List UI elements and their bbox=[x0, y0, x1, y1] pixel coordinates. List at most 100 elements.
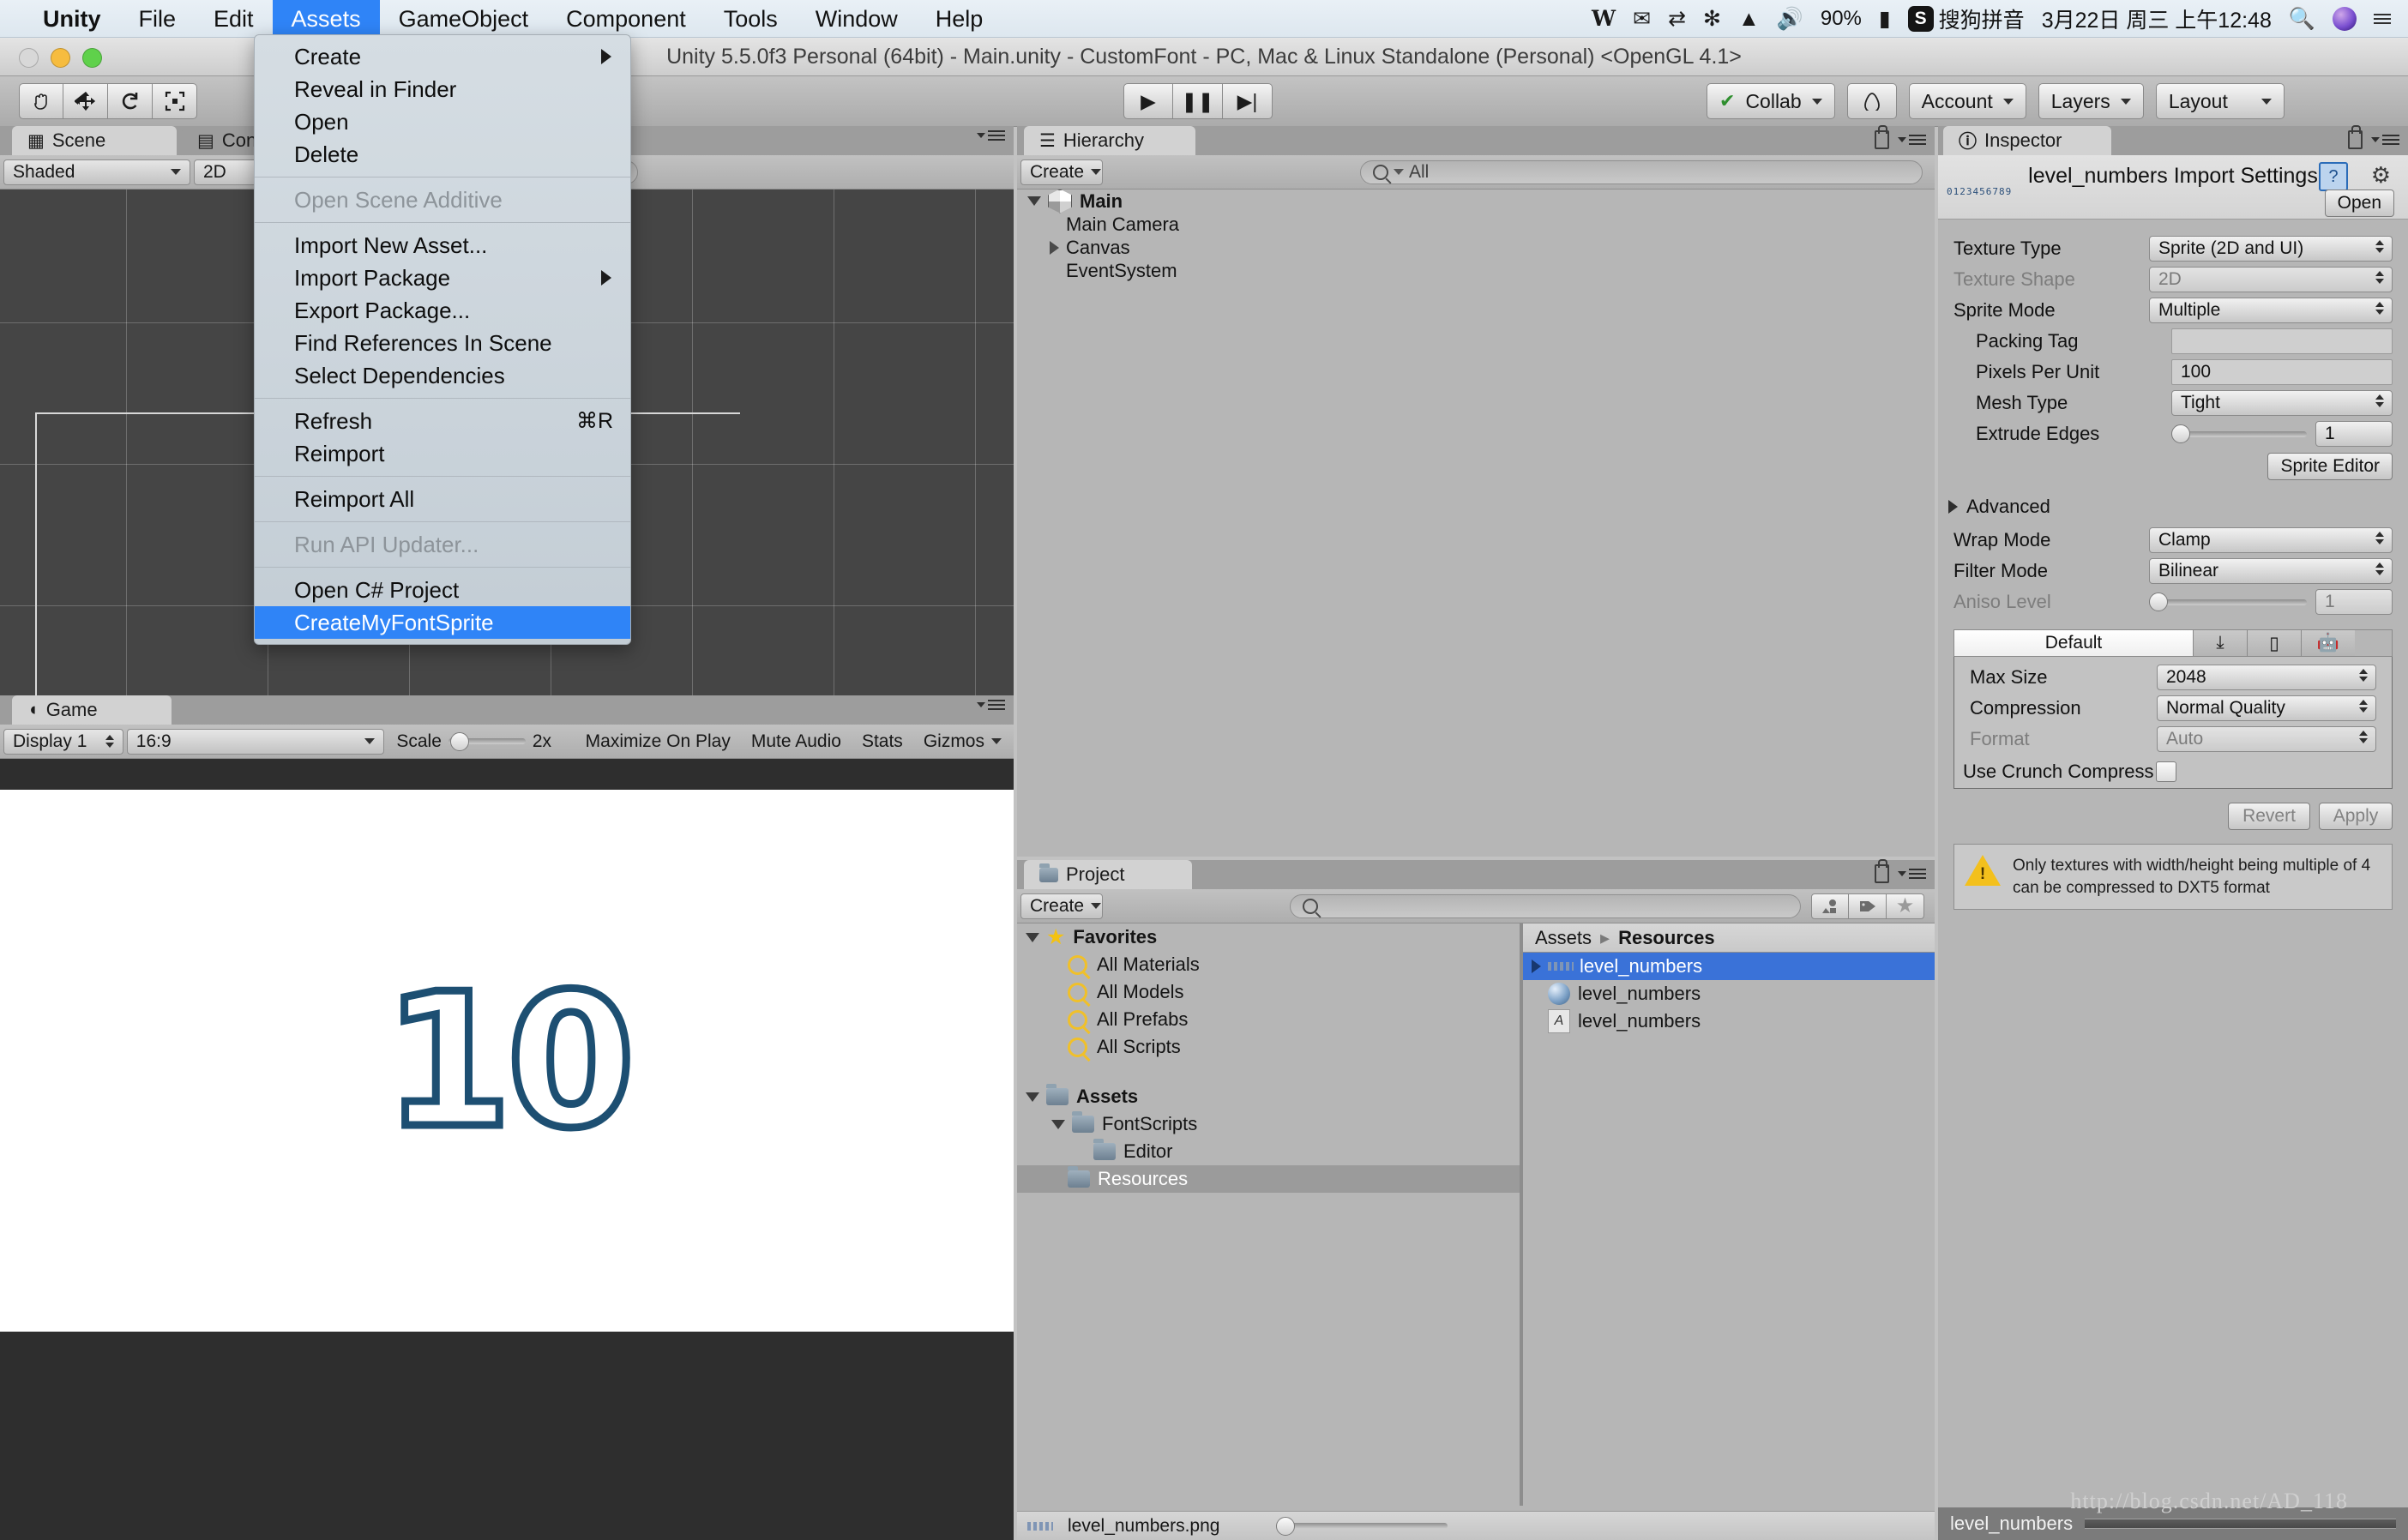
battery-icon[interactable]: ▮ bbox=[1879, 0, 1891, 38]
project-asset-list[interactable]: level_numbers level_numbers Alevel_numbers bbox=[1523, 953, 1935, 1035]
menu-item-reveal-in-finder[interactable]: Reveal in Finder bbox=[255, 73, 630, 105]
inspector-slider[interactable] bbox=[2171, 421, 2307, 447]
volume-icon[interactable]: 🔊 bbox=[1777, 0, 1803, 38]
mail-icon[interactable]: ✉ bbox=[1633, 0, 1651, 38]
menu-unity[interactable]: Unity bbox=[24, 0, 120, 38]
inspector-slider[interactable] bbox=[2149, 589, 2307, 615]
panel-menu-icon[interactable] bbox=[977, 130, 1005, 141]
menu-tools[interactable]: Tools bbox=[705, 0, 797, 38]
tab-project[interactable]: Project bbox=[1024, 860, 1192, 889]
icon-size-slider[interactable] bbox=[1276, 1513, 1448, 1539]
open-button[interactable]: Open bbox=[2324, 189, 2394, 217]
scene-tab-icons[interactable] bbox=[977, 130, 1005, 141]
move-tool-icon[interactable] bbox=[63, 83, 108, 119]
type-filter-icon[interactable] bbox=[1811, 893, 1849, 919]
standalone-icon[interactable]: ⤓ bbox=[2193, 630, 2247, 656]
project-tree-item[interactable]: All Models bbox=[1017, 978, 1520, 1006]
chevron-down-icon[interactable] bbox=[1026, 932, 1039, 942]
sprite-editor-button[interactable]: Sprite Editor bbox=[2267, 453, 2393, 480]
tab-inspector[interactable]: ⓘ Inspector bbox=[1943, 126, 2111, 155]
menu-item-open[interactable]: Open bbox=[255, 105, 630, 138]
lock-icon[interactable] bbox=[1875, 859, 1889, 883]
project-search-input[interactable] bbox=[1290, 893, 1801, 918]
menu-assets[interactable]: Assets bbox=[272, 0, 380, 38]
advanced-foldout[interactable]: Advanced bbox=[1938, 480, 2408, 525]
panel-menu-icon[interactable] bbox=[1898, 135, 1926, 145]
search-icon[interactable]: 🔍 bbox=[2289, 0, 2315, 38]
android-icon[interactable]: 🤖 bbox=[2301, 630, 2355, 656]
platform-tab-default[interactable]: Default bbox=[1954, 630, 2193, 656]
menu-file[interactable]: File bbox=[120, 0, 196, 38]
menu-item-reimport[interactable]: Reimport bbox=[255, 437, 630, 470]
crunch-checkbox[interactable] bbox=[2155, 761, 2176, 782]
project-filter-buttons[interactable]: ★ bbox=[1811, 893, 1924, 919]
apply-button[interactable]: Apply bbox=[2319, 803, 2393, 830]
menu-item-export-package[interactable]: Export Package... bbox=[255, 294, 630, 327]
mute-audio-toggle[interactable]: Mute Audio bbox=[743, 729, 850, 755]
inspector-dropdown[interactable]: Clamp bbox=[2149, 527, 2393, 553]
menu-item-refresh[interactable]: Refresh ⌘R bbox=[255, 405, 630, 437]
favorite-filter-icon[interactable]: ★ bbox=[1887, 893, 1924, 919]
playback-controls[interactable]: ▶ ❚❚ ▶| bbox=[1123, 83, 1273, 119]
shading-mode-dropdown[interactable]: Shaded bbox=[3, 159, 190, 185]
hierarchy-tab-icons[interactable] bbox=[1875, 125, 1926, 149]
inspector-tab-icons[interactable] bbox=[2348, 125, 2399, 149]
project-tree-item[interactable]: Resources bbox=[1017, 1165, 1520, 1193]
chevron-down-icon[interactable] bbox=[1051, 1119, 1065, 1129]
inspector-slider-value[interactable]: 1 bbox=[2315, 421, 2393, 447]
inspector-dropdown[interactable]: Tight bbox=[2171, 390, 2393, 416]
gizmos-dropdown[interactable]: Gizmos bbox=[915, 729, 1010, 755]
hierarchy-search-input[interactable]: All bbox=[1360, 159, 1923, 184]
platform-tabs[interactable]: Default ⤓ ▯ 🤖 bbox=[1953, 629, 2393, 657]
breadcrumb-assets[interactable]: Assets bbox=[1535, 927, 1592, 949]
transform-tools[interactable] bbox=[19, 83, 197, 119]
hand-tool-icon[interactable] bbox=[19, 83, 63, 119]
inspector-slider-value[interactable]: 1 bbox=[2315, 589, 2393, 615]
gear-icon[interactable]: ⚙ bbox=[2371, 162, 2391, 189]
project-tab-icons[interactable] bbox=[1875, 859, 1926, 883]
assets-dropdown-menu[interactable]: Create Reveal in Finder Open Delete Open Sce… bbox=[254, 34, 631, 645]
wifi-icon[interactable]: ▲ bbox=[1738, 0, 1760, 38]
inspector-dropdown[interactable]: Sprite (2D and UI) bbox=[2149, 236, 2393, 262]
menu-item-reimport-all[interactable]: Reimport All bbox=[255, 483, 630, 515]
rect-tool-icon[interactable] bbox=[153, 83, 197, 119]
stats-toggle[interactable]: Stats bbox=[853, 729, 912, 755]
project-tree-item[interactable]: Editor bbox=[1017, 1138, 1520, 1165]
hierarchy-list[interactable]: Main Main Camera Canvas EventSystem bbox=[1017, 189, 1935, 857]
project-tree-item[interactable]: ★ Favorites bbox=[1017, 923, 1520, 951]
sync-icon[interactable]: ⇄ bbox=[1668, 0, 1686, 38]
word-icon[interactable]: W bbox=[1592, 0, 1616, 38]
project-asset-item[interactable]: Alevel_numbers bbox=[1523, 1008, 1935, 1035]
menu-item-find-references-in-scene[interactable]: Find References In Scene bbox=[255, 327, 630, 359]
display-dropdown[interactable]: Display 1 bbox=[3, 728, 123, 755]
project-asset-item[interactable]: level_numbers bbox=[1523, 980, 1935, 1008]
hierarchy-create-button[interactable]: Create bbox=[1020, 159, 1103, 185]
inspector-text-field[interactable] bbox=[2171, 328, 2393, 354]
tab-game[interactable]: ◖ Game bbox=[12, 695, 172, 725]
game-tab-icons[interactable] bbox=[977, 700, 1005, 710]
notification-center-icon[interactable] bbox=[2374, 13, 2391, 24]
rotate-tool-icon[interactable] bbox=[108, 83, 153, 119]
breadcrumb-resources[interactable]: Resources bbox=[1618, 927, 1715, 949]
project-tree-item[interactable]: All Scripts bbox=[1017, 1033, 1520, 1061]
menu-item-createmyfontsprite[interactable]: CreateMyFontSprite bbox=[255, 606, 630, 639]
inspector-dropdown[interactable]: Multiple bbox=[2149, 298, 2393, 323]
aspect-dropdown[interactable]: 16:9 bbox=[126, 728, 385, 755]
project-tree-item[interactable]: Assets bbox=[1017, 1083, 1520, 1110]
inspector-dropdown[interactable]: Auto bbox=[2157, 726, 2376, 752]
panel-menu-icon[interactable] bbox=[1898, 869, 1926, 879]
inspector-text-field[interactable]: 100 bbox=[2171, 359, 2393, 385]
account-button[interactable]: Account bbox=[1908, 83, 2026, 119]
collab-button[interactable]: ✔ Collab bbox=[1707, 83, 1835, 119]
maximize-on-play-toggle[interactable]: Maximize On Play bbox=[577, 729, 739, 755]
step-button[interactable]: ▶| bbox=[1223, 83, 1273, 119]
tab-hierarchy[interactable]: ☰ Hierarchy bbox=[1024, 126, 1195, 155]
label-filter-icon[interactable] bbox=[1849, 893, 1887, 919]
hierarchy-item[interactable]: Main bbox=[1017, 189, 1935, 214]
breadcrumb[interactable]: Assets ▸ Resources bbox=[1523, 923, 1935, 953]
menu-item-delete[interactable]: Delete bbox=[255, 138, 630, 171]
scale-slider[interactable]: Scale 2x bbox=[388, 729, 573, 755]
inspector-dropdown[interactable]: Bilinear bbox=[2149, 558, 2393, 584]
inspector-dropdown[interactable]: 2D bbox=[2149, 267, 2393, 292]
siri-icon[interactable] bbox=[2333, 6, 2357, 31]
